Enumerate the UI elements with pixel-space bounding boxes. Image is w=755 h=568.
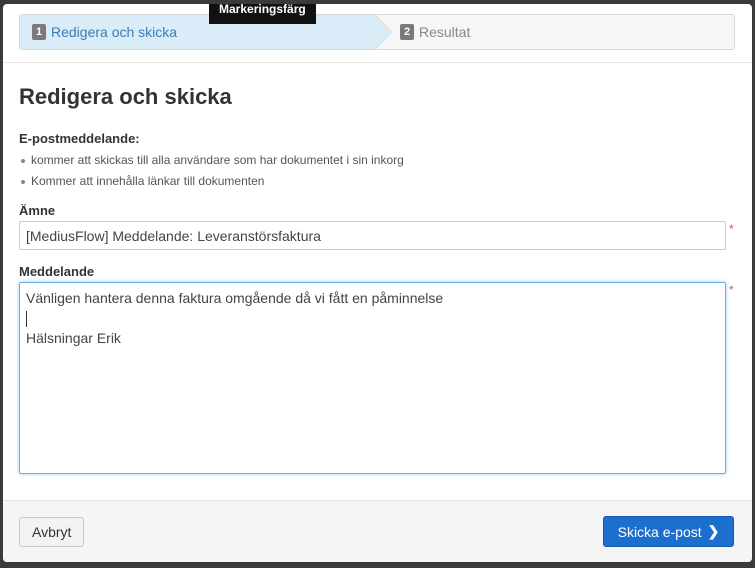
list-item: Kommer att innehålla länkar till dokumen… — [19, 171, 404, 192]
email-info-label: E-postmeddelande: — [19, 131, 140, 146]
required-marker: * — [729, 222, 734, 236]
send-email-label: Skicka e-post — [617, 523, 702, 540]
message-line-cursor — [26, 308, 719, 328]
dialog-footer: Avbryt Skicka e-post ❯ — [3, 500, 752, 562]
page-title: Redigera och skicka — [19, 84, 232, 109]
send-email-dialog: 1 Redigera och skicka 2 Resultat Markeri… — [3, 4, 752, 562]
send-email-button[interactable]: Skicka e-post ❯ — [603, 516, 734, 547]
tooltip: Markeringsfärg — [209, 4, 316, 24]
wizard-steps: 1 Redigera och skicka 2 Resultat — [19, 14, 735, 50]
message-label: Meddelande — [19, 264, 95, 279]
step-edit-and-send[interactable]: 1 Redigera och skicka — [20, 15, 375, 49]
step-number: 1 — [32, 24, 46, 40]
subject-label: Ämne — [19, 203, 56, 218]
chevron-right-icon: ❯ — [707, 523, 720, 539]
required-marker: * — [729, 283, 734, 297]
list-item: kommer att skickas till alla användare s… — [19, 150, 404, 171]
step-label: Resultat — [419, 24, 471, 40]
step-arrow — [375, 15, 391, 49]
header-divider — [3, 62, 752, 63]
message-textarea[interactable]: Vänligen hantera denna faktura omgående … — [19, 282, 726, 474]
step-result[interactable]: 2 Resultat — [400, 15, 470, 49]
text-cursor — [26, 311, 27, 328]
step-number: 2 — [400, 24, 414, 40]
message-line: Vänligen hantera denna faktura omgående … — [26, 290, 444, 306]
cancel-button[interactable]: Avbryt — [19, 517, 85, 547]
subject-input[interactable] — [19, 221, 726, 250]
message-line: Hälsningar Erik — [26, 330, 121, 346]
step-label: Redigera och skicka — [51, 24, 178, 40]
email-info-list: kommer att skickas till alla användare s… — [19, 150, 404, 192]
